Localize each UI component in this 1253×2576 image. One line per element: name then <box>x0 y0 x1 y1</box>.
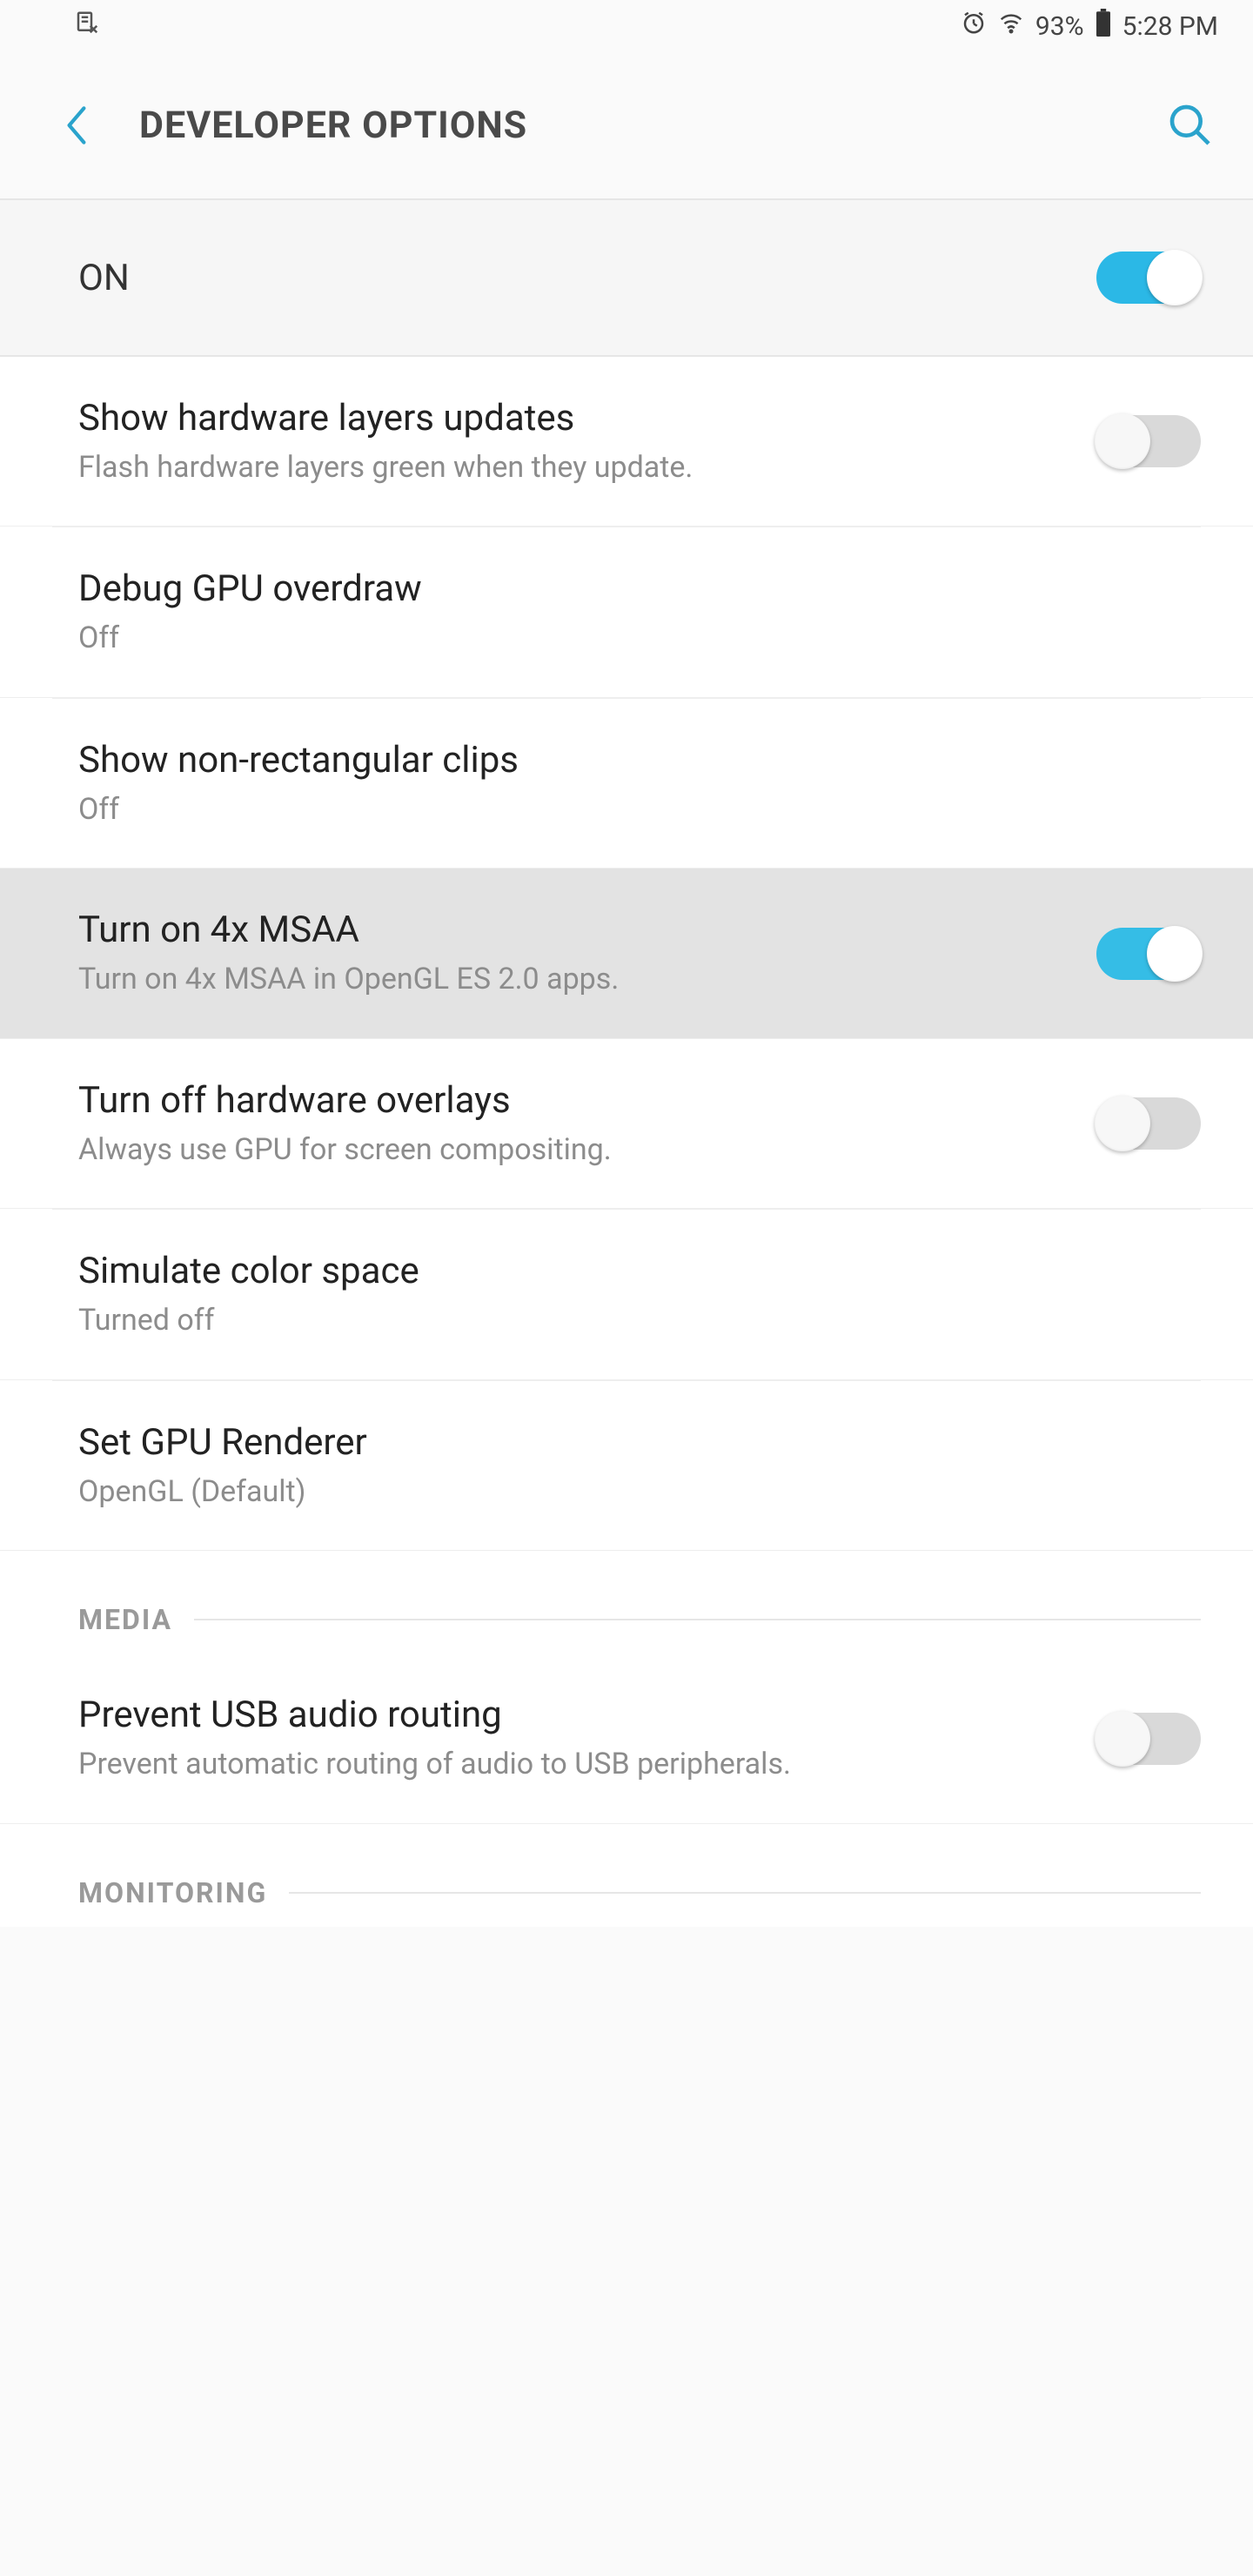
doc-icon <box>74 10 100 43</box>
app-header: DEVELOPER OPTIONS <box>0 52 1253 200</box>
setting-nonrect-clips[interactable]: Show non-rectangular clips Off <box>0 699 1253 869</box>
master-toggle[interactable] <box>1096 252 1201 304</box>
setting-title: Simulate color space <box>78 1248 1166 1296</box>
setting-sub: OpenGL (Default) <box>78 1472 1166 1513</box>
setting-sub: Flash hardware layers green when they up… <box>78 448 1062 488</box>
setting-sub: Prevent automatic routing of audio to US… <box>78 1745 1062 1785</box>
setting-title: Show non-rectangular clips <box>78 737 1166 785</box>
setting-title: Turn off hardware overlays <box>78 1077 1062 1125</box>
toggle-hardware-layers[interactable] <box>1096 415 1201 467</box>
wifi-icon <box>997 10 1025 43</box>
toggle-4x-msaa[interactable] <box>1096 928 1201 980</box>
setting-sub: Always use GPU for screen compositing. <box>78 1130 1062 1171</box>
setting-debug-gpu-overdraw[interactable]: Debug GPU overdraw Off <box>0 527 1253 697</box>
section-label: MONITORING <box>78 1876 267 1909</box>
toggle-usb-audio[interactable] <box>1096 1713 1201 1765</box>
setting-title: Turn on 4x MSAA <box>78 907 1062 955</box>
toggle-hardware-overlays[interactable] <box>1096 1097 1201 1150</box>
master-toggle-label: ON <box>78 257 130 299</box>
setting-sub: Off <box>78 619 1166 659</box>
setting-title: Set GPU Renderer <box>78 1419 1166 1467</box>
master-toggle-row[interactable]: ON <box>0 200 1253 357</box>
clock-time: 5:28 PM <box>1122 11 1218 42</box>
setting-gpu-renderer[interactable]: Set GPU Renderer OpenGL (Default) <box>0 1381 1253 1551</box>
search-button[interactable] <box>1163 97 1218 153</box>
setting-simulate-color-space[interactable]: Simulate color space Turned off <box>0 1210 1253 1379</box>
setting-hardware-layers[interactable]: Show hardware layers updates Flash hardw… <box>0 357 1253 527</box>
setting-4x-msaa[interactable]: Turn on 4x MSAA Turn on 4x MSAA in OpenG… <box>0 869 1253 1038</box>
setting-sub: Turned off <box>78 1301 1166 1341</box>
status-bar: 93% 5:28 PM <box>0 0 1253 52</box>
section-label: MEDIA <box>78 1603 172 1636</box>
back-button[interactable] <box>61 99 113 151</box>
section-header-monitoring: MONITORING <box>0 1824 1253 1927</box>
setting-sub: Off <box>78 790 1166 830</box>
alarm-icon <box>961 10 987 43</box>
page-title: DEVELOPER OPTIONS <box>139 104 1163 147</box>
battery-pct: 93% <box>1035 11 1084 42</box>
setting-sub: Turn on 4x MSAA in OpenGL ES 2.0 apps. <box>78 960 1062 1000</box>
setting-title: Debug GPU overdraw <box>78 566 1166 614</box>
setting-title: Show hardware layers updates <box>78 395 1062 443</box>
section-header-media: MEDIA <box>0 1551 1253 1654</box>
settings-list: Show hardware layers updates Flash hardw… <box>0 357 1253 1927</box>
setting-usb-audio-routing[interactable]: Prevent USB audio routing Prevent automa… <box>0 1654 1253 1823</box>
setting-hardware-overlays[interactable]: Turn off hardware overlays Always use GP… <box>0 1039 1253 1209</box>
battery-icon <box>1095 9 1112 44</box>
setting-title: Prevent USB audio routing <box>78 1692 1062 1740</box>
